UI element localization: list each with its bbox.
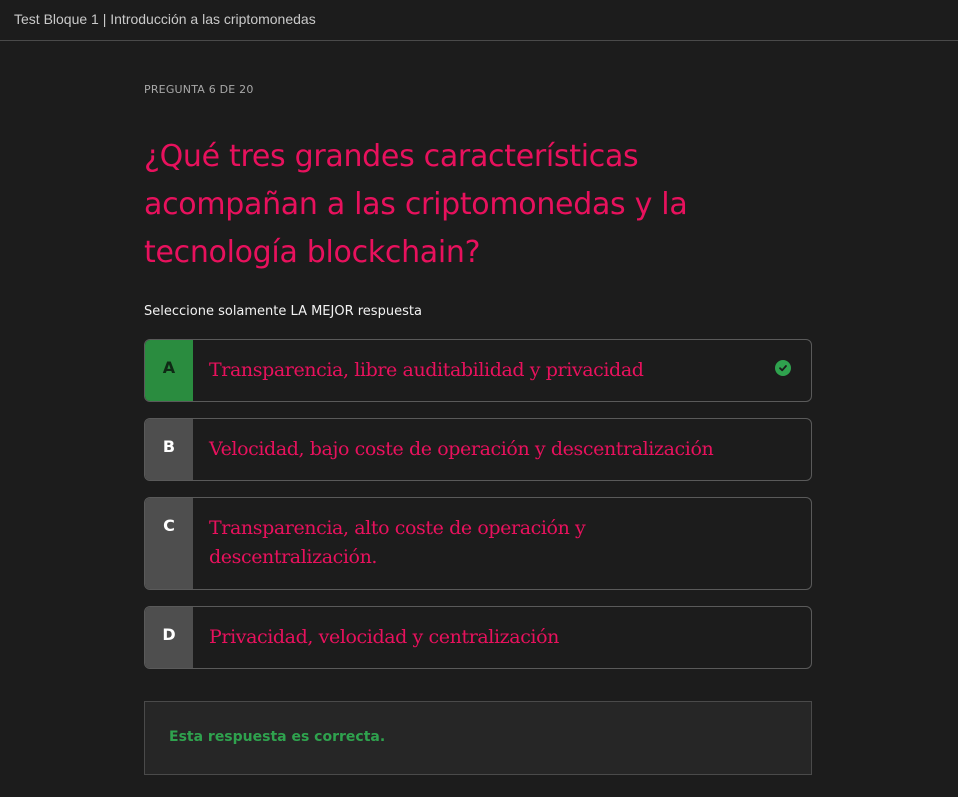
option-text: Transparencia, alto coste de operación y… bbox=[209, 517, 586, 568]
option-text: Privacidad, velocidad y centralización bbox=[209, 626, 559, 648]
option-letter: D bbox=[162, 625, 176, 644]
answer-option-a[interactable]: A Transparencia, libre auditabilidad y p… bbox=[144, 339, 812, 402]
feedback-panel: Esta respuesta es correcta. bbox=[144, 701, 812, 775]
option-letter: B bbox=[162, 437, 176, 456]
answer-option-c[interactable]: C Transparencia, alto coste de operación… bbox=[144, 497, 812, 590]
option-letter-box: A bbox=[145, 340, 193, 401]
option-text: Transparencia, libre auditabilidad y pri… bbox=[209, 359, 644, 381]
question-text: ¿Qué tres grandes características acompa… bbox=[144, 139, 688, 270]
option-letter-box: B bbox=[145, 419, 193, 480]
option-letter-box: D bbox=[145, 607, 193, 668]
option-letter-box: C bbox=[145, 498, 193, 589]
answer-option-d[interactable]: D Privacidad, velocidad y centralización bbox=[144, 606, 812, 669]
window-title: Test Bloque 1 | Introducción a las cript… bbox=[14, 11, 316, 27]
question-counter: PREGUNTA 6 DE 20 bbox=[144, 83, 254, 96]
window-title-bar: Test Bloque 1 | Introducción a las cript… bbox=[0, 0, 958, 41]
answer-option-b[interactable]: B Velocidad, bajo coste de operación y d… bbox=[144, 418, 812, 481]
option-letter: C bbox=[163, 516, 175, 535]
option-text: Velocidad, bajo coste de operación y des… bbox=[209, 438, 714, 460]
feedback-message: Esta respuesta es correcta. bbox=[169, 729, 386, 745]
option-letter: A bbox=[162, 358, 176, 377]
check-circle-icon bbox=[775, 360, 791, 376]
answer-instruction: Seleccione solamente LA MEJOR respuesta bbox=[144, 304, 422, 319]
